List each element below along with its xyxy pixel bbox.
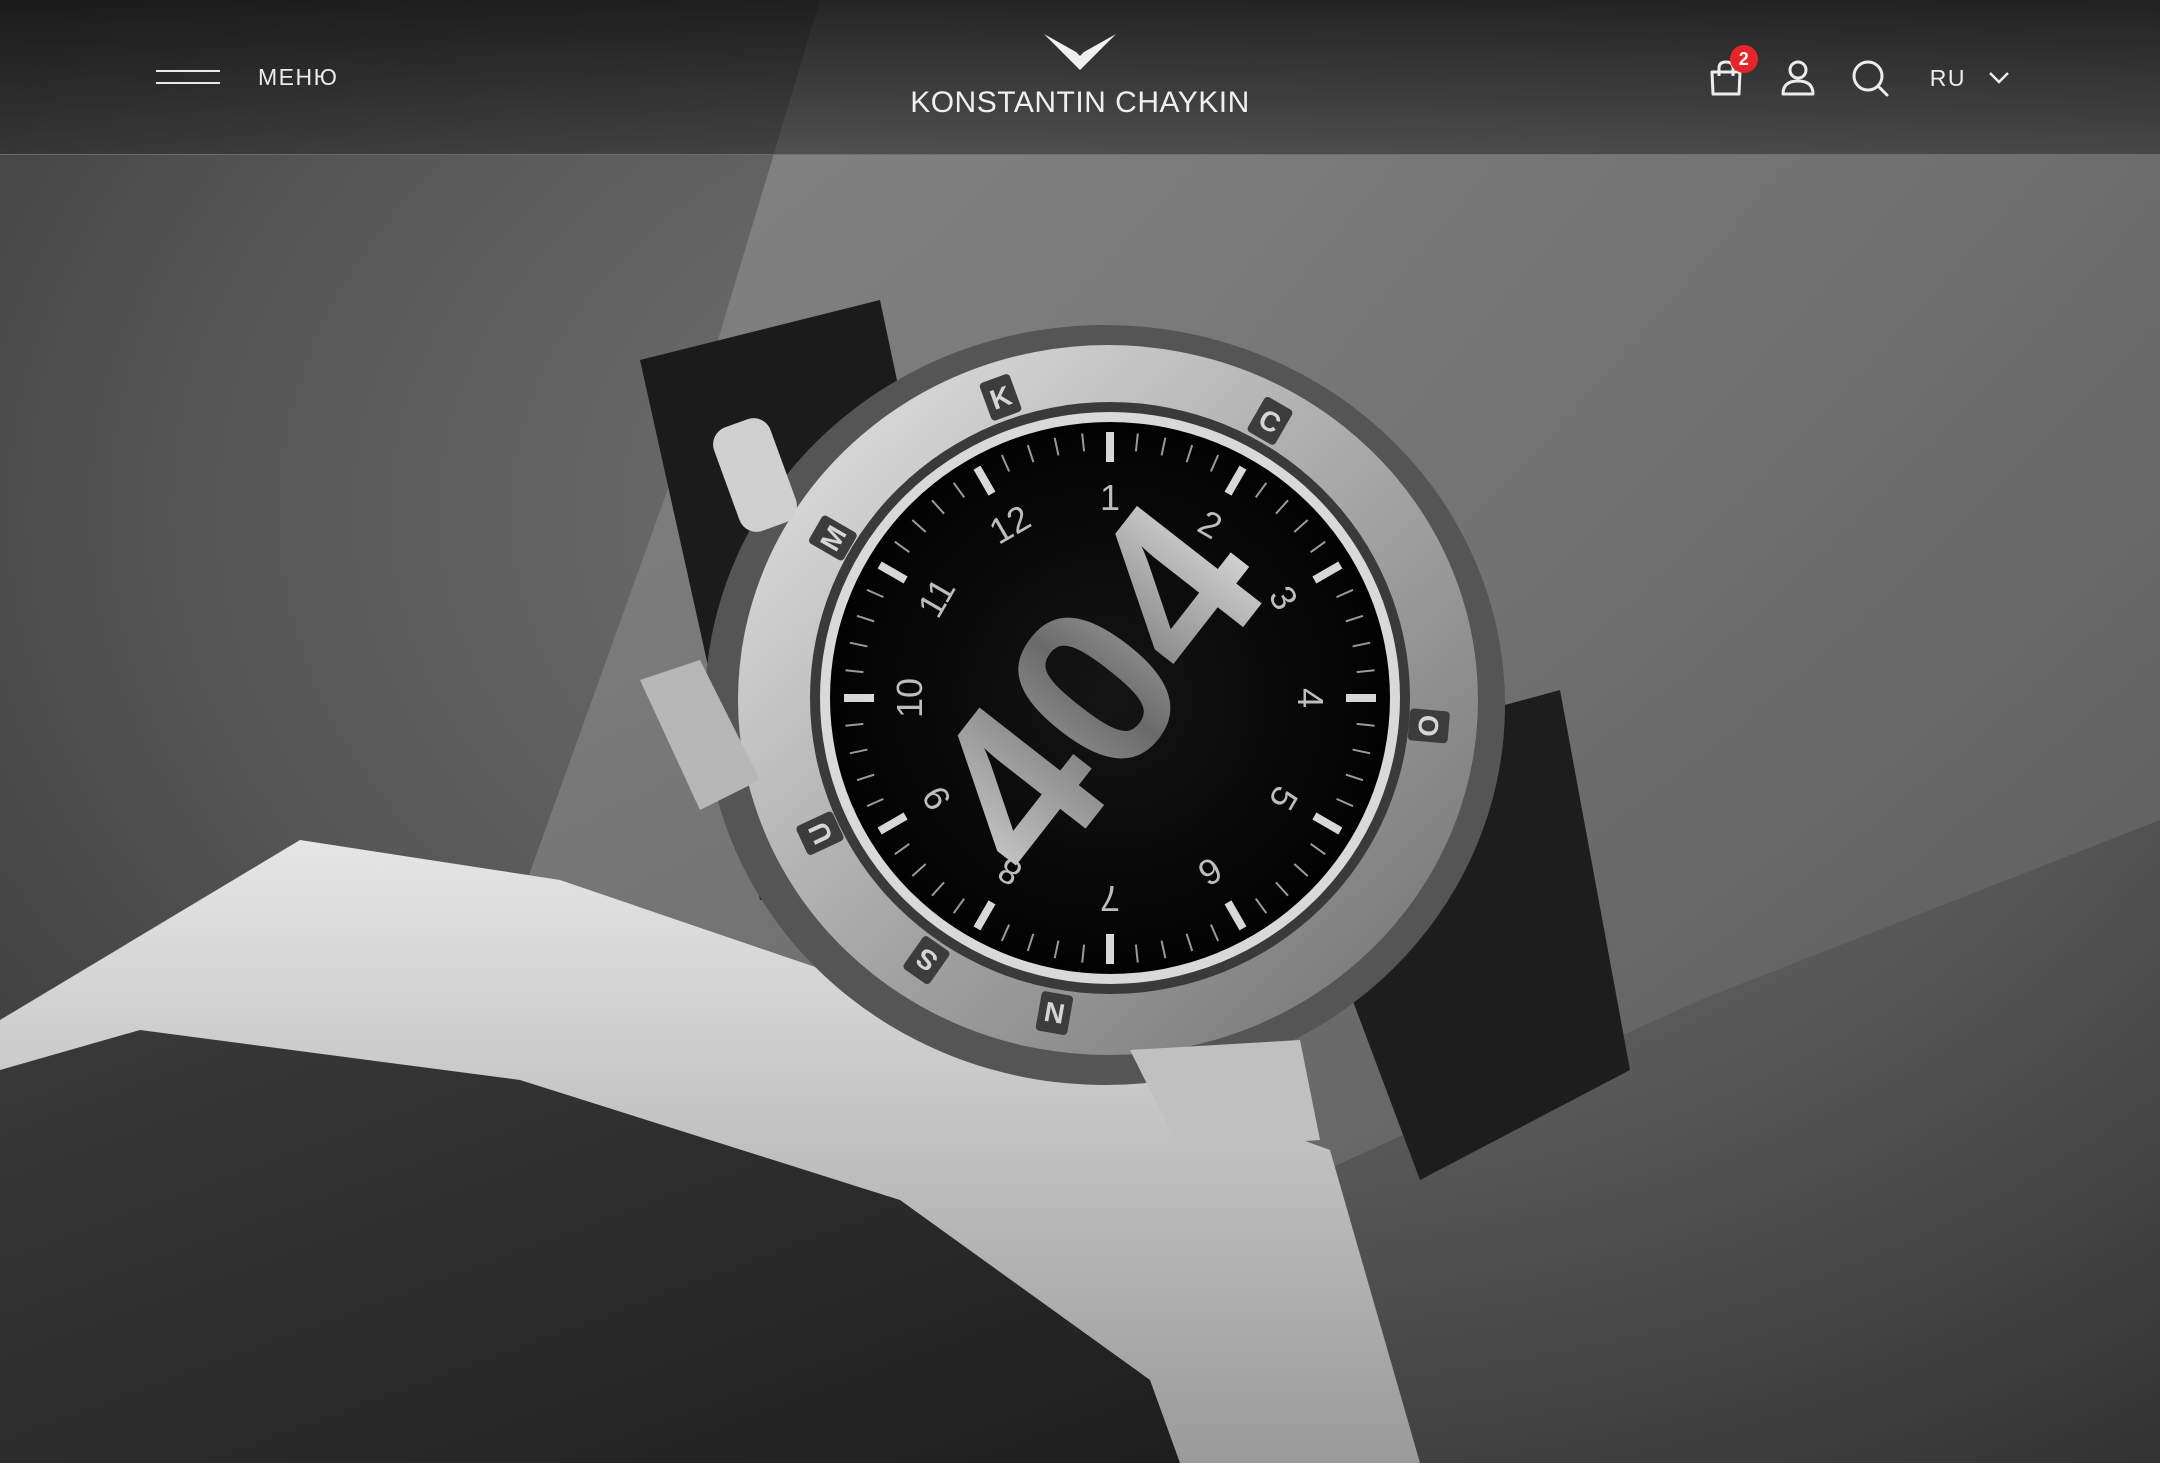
account-button[interactable] (1778, 58, 1818, 98)
dial-tick (911, 863, 927, 877)
dial-tick (849, 748, 868, 755)
bezel-letter: S (903, 936, 950, 985)
dial-tick (1310, 842, 1326, 856)
language-label: RU (1929, 64, 1966, 91)
dial-tick (1336, 797, 1354, 808)
hamburger-icon (156, 68, 220, 86)
dial-numeral: 11 (909, 571, 963, 624)
dial-tick (952, 482, 966, 498)
dial-tick (1336, 588, 1354, 599)
dial-tick (1224, 465, 1247, 496)
dial-tick (866, 588, 884, 599)
dial-tick (973, 465, 996, 496)
dial-tick (973, 900, 996, 931)
dial-tick (894, 842, 910, 856)
dial-tick (1293, 519, 1309, 533)
dial-tick (1312, 812, 1343, 835)
dial-tick (1209, 454, 1220, 472)
brand-logo[interactable]: KONSTANTIN CHAYKIN (880, 30, 1280, 130)
dial-tick (1026, 933, 1035, 952)
dial-tick (856, 773, 875, 782)
dial-tick (1310, 540, 1326, 554)
dial-tick (845, 722, 864, 727)
dial-tick (877, 812, 908, 835)
chevron-down-icon (1989, 72, 2009, 84)
search-icon (1852, 60, 1889, 97)
bezel-letter: C (1247, 397, 1293, 445)
dial-tick (877, 561, 908, 584)
dial-tick (1293, 863, 1309, 877)
dial-tick (911, 519, 927, 533)
watch-dial: 123456789101112 CONSUMK 404 (796, 374, 1450, 1035)
dial-tick (1254, 898, 1268, 914)
bezel-letter: K (979, 374, 1022, 421)
dial-tick (931, 881, 945, 897)
menu-label: МЕНЮ (258, 63, 339, 90)
dial-tick (1275, 881, 1289, 897)
bezel-letter: N (1035, 991, 1074, 1035)
dial-tick (1356, 669, 1375, 674)
user-icon (1781, 60, 1815, 96)
error-code: 404 (875, 458, 1314, 919)
dial-tick (1275, 499, 1289, 515)
dial-tick (1160, 940, 1167, 959)
dial-tick (1026, 444, 1035, 463)
dial-tick (1160, 437, 1167, 456)
svg-text:O: O (1412, 714, 1445, 738)
dial-tick (849, 641, 868, 648)
dial-tick (856, 614, 875, 623)
search-button[interactable] (1850, 58, 1890, 98)
dial-tick (1081, 433, 1086, 452)
cart-count-badge: 2 (1729, 45, 1758, 73)
dial-tick (1134, 944, 1139, 963)
dial-tick (1000, 454, 1011, 472)
dial-numeral: 6 (1191, 849, 1229, 895)
dial-tick (1053, 940, 1060, 959)
dial-tick (1000, 924, 1011, 942)
dial-tick (1254, 482, 1268, 498)
dial-tick (1209, 924, 1220, 942)
dial-tick (1185, 933, 1194, 952)
dial-tick (845, 669, 864, 674)
dial-numeral: 5 (1261, 779, 1307, 817)
dial-tick (1312, 561, 1343, 584)
dial-tick (1224, 900, 1247, 931)
site-header: МЕНЮ KONSTANTIN CHAYKIN 2 RU (0, 0, 2160, 155)
header-actions: 2 RU (1674, 45, 2010, 106)
dial-tick (1053, 437, 1060, 456)
dial-numeral: 4 (1290, 688, 1331, 708)
dial-tick (1134, 433, 1139, 452)
menu-button[interactable]: МЕНЮ (156, 52, 338, 102)
dial-tick (1081, 944, 1086, 963)
bezel-letter: O (1407, 708, 1450, 744)
dial-tick (1356, 722, 1375, 727)
dial-tick (866, 797, 884, 808)
dial-tick (894, 540, 910, 554)
dial-tick (1185, 444, 1194, 463)
bird-logo-icon (1044, 34, 1116, 70)
cart-button[interactable]: 2 (1706, 45, 1758, 98)
dial-tick (1345, 773, 1364, 782)
bezel-letter: U (796, 811, 844, 855)
language-selector[interactable]: RU (1930, 65, 2010, 92)
dial-tick (1352, 641, 1371, 648)
dial-tick (952, 898, 966, 914)
dial-tick (1352, 748, 1371, 755)
brand-name: KONSTANTIN CHAYKIN (910, 86, 1250, 119)
dial-numeral: 12 (982, 497, 1037, 553)
dial-tick (1345, 614, 1364, 623)
dial-tick (931, 499, 945, 515)
bezel-letter: M (809, 515, 857, 561)
